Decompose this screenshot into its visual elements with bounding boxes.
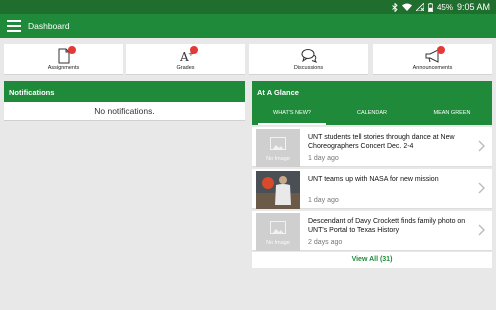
tile-grades[interactable]: A + Grades xyxy=(126,44,245,75)
chevron-right-icon xyxy=(478,182,485,194)
tile-label: Discussions xyxy=(293,65,324,71)
page-title: Dashboard xyxy=(28,21,70,31)
news-headline: Descendant of Davy Crockett finds family… xyxy=(308,218,466,234)
news-headline: UNT students tell stories through dance … xyxy=(308,134,455,150)
thumbnail-placeholder: No Image xyxy=(256,213,300,251)
wifi-icon xyxy=(401,3,412,11)
hamburger-icon[interactable] xyxy=(7,20,21,32)
news-age: 1 day ago xyxy=(308,197,339,204)
notification-badge xyxy=(68,46,76,54)
tab-mean-green[interactable]: MEAN GREEN xyxy=(412,102,492,125)
thumbnail-placeholder: No Image xyxy=(256,129,300,167)
bluetooth-icon xyxy=(392,2,398,12)
tile-label: Announcements xyxy=(412,65,453,71)
clock: 9:05 AM xyxy=(456,2,490,12)
tab-calendar[interactable]: CALENDAR xyxy=(332,102,412,125)
news-item[interactable]: UNT teams up with NASA for new mission 1… xyxy=(252,169,492,209)
news-item[interactable]: No Image UNT students tell stories throu… xyxy=(252,127,492,167)
notification-badge xyxy=(437,46,445,54)
tile-discussions[interactable]: Discussions xyxy=(249,44,368,75)
news-headline: UNT teams up with NASA for new mission xyxy=(308,176,439,183)
news-photo xyxy=(256,171,300,209)
discussions-icon xyxy=(301,49,317,63)
signal-off-icon xyxy=(415,3,424,11)
glance-header: At A Glance xyxy=(252,81,492,102)
view-all-link[interactable]: View All (31) xyxy=(252,252,492,268)
glance-tabs: WHAT'S NEW? CALENDAR MEAN GREEN xyxy=(252,102,492,125)
battery-percent: 45% xyxy=(436,2,453,12)
news-age: 1 day ago xyxy=(308,155,339,162)
no-image-label: No Image xyxy=(266,156,290,162)
chevron-right-icon xyxy=(478,140,485,152)
status-indicators: 45% 9:05 AM xyxy=(392,2,490,12)
tile-label: Grades xyxy=(176,65,195,71)
status-bar: 45% 9:05 AM xyxy=(0,0,496,14)
tile-label: Assignments xyxy=(47,65,80,71)
news-age: 2 days ago xyxy=(308,239,343,246)
dashboard-tiles: Assignments A + Grades Discussions Announ… xyxy=(4,44,492,75)
notifications-empty-text: No notifications. xyxy=(4,102,245,121)
app-bar: Dashboard xyxy=(0,14,496,38)
notifications-header: Notifications xyxy=(4,81,245,102)
tile-announcements[interactable]: Announcements xyxy=(373,44,492,75)
no-image-label: No Image xyxy=(266,240,290,246)
image-placeholder-icon xyxy=(270,137,286,150)
notification-badge xyxy=(190,46,198,54)
chevron-right-icon xyxy=(478,224,485,236)
battery-icon xyxy=(428,2,433,12)
tile-assignments[interactable]: Assignments xyxy=(4,44,123,75)
tab-whats-new[interactable]: WHAT'S NEW? xyxy=(252,102,332,125)
news-item[interactable]: No Image Descendant of Davy Crockett fin… xyxy=(252,211,492,251)
image-placeholder-icon xyxy=(270,221,286,234)
